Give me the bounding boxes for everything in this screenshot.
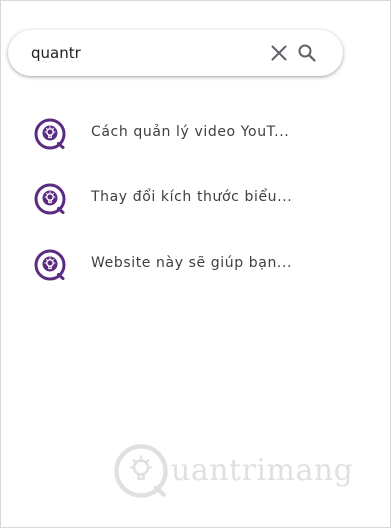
- result-item[interactable]: Cách quản lý video YouT...: [1, 105, 390, 161]
- clear-button[interactable]: [268, 42, 290, 64]
- result-item[interactable]: Thay đổi kích thước biểu...: [1, 170, 390, 226]
- quantrimang-logo-icon: [34, 183, 66, 215]
- result-item[interactable]: Website này sẽ giúp bạn...: [1, 236, 390, 292]
- search-icon: [298, 44, 316, 62]
- popup-window: Cách quản lý video YouT... Thay đổi kích…: [0, 0, 391, 528]
- close-icon: [271, 45, 287, 61]
- search-button[interactable]: [296, 42, 318, 64]
- result-label: Thay đổi kích thước biểu...: [91, 189, 293, 205]
- search-bar: [8, 30, 343, 76]
- watermark-text: uantrimang: [171, 453, 354, 488]
- result-label: Cách quản lý video YouT...: [91, 124, 290, 140]
- quantrimang-logo-icon: [34, 118, 66, 150]
- search-input[interactable]: [31, 42, 251, 64]
- result-label: Website này sẽ giúp bạn...: [91, 255, 293, 271]
- watermark-logo-icon: [114, 444, 168, 498]
- watermark: uantrimang: [113, 441, 353, 501]
- quantrimang-logo-icon: [34, 249, 66, 281]
